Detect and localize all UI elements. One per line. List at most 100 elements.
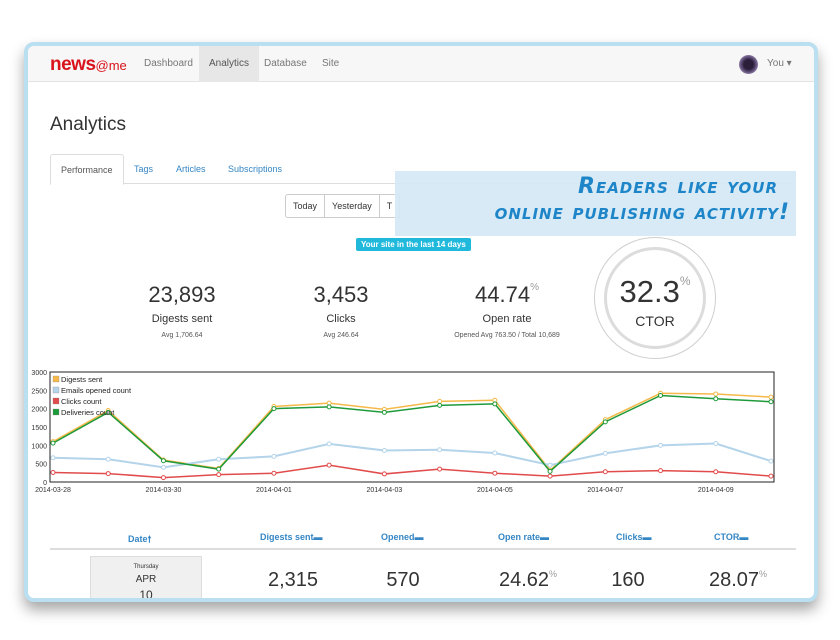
data-point (216, 456, 222, 462)
col-ctor-header[interactable]: CTOR▬ (714, 532, 748, 542)
x-tick-label: 2014-04-07 (587, 487, 623, 494)
range-yesterday-button[interactable]: Yesterday (324, 194, 380, 218)
tab-tags[interactable]: Tags (124, 154, 163, 184)
legend-label: Deliveries count (61, 408, 115, 417)
ctor-gauge: 32.3% CTOR (594, 237, 716, 359)
stat-label: Open rate (482, 313, 532, 325)
top-navbar: news@me Dashboard Analytics Database Sit… (28, 46, 814, 82)
data-point (547, 473, 553, 479)
date-day: 10 (139, 588, 153, 602)
stat-open-rate: 44.74% Open rate Opened Avg 763.50 / Tot… (432, 282, 582, 339)
row-opened: 570 (386, 569, 420, 591)
y-tick-label: 2500 (31, 388, 47, 395)
nav-site[interactable]: Site (312, 46, 349, 82)
ctor-value: 32.3% (619, 274, 691, 309)
data-point (381, 471, 387, 477)
date-month: APR (135, 574, 157, 585)
data-point (437, 466, 443, 472)
col-opened-header[interactable]: Opened▬ (381, 532, 424, 542)
stat-label: Clicks (326, 313, 356, 325)
data-point (326, 462, 332, 468)
brand-logo[interactable]: news@me (50, 54, 127, 76)
tab-subscriptions[interactable]: Subscriptions (218, 154, 292, 184)
data-point (50, 440, 56, 446)
promo-banner: Readers like your online publishing acti… (395, 171, 796, 236)
data-point (713, 469, 719, 475)
data-point (160, 458, 166, 464)
nav-database[interactable]: Database (254, 46, 317, 82)
data-point (437, 402, 443, 408)
stat-sub: Avg 246.64 (323, 332, 359, 339)
stat-sub: Avg 1,706.64 (161, 332, 203, 339)
data-point (105, 471, 111, 477)
stat-value: 44.74% (475, 282, 539, 307)
data-point (437, 447, 443, 453)
date-weekday: Thursday (133, 564, 159, 570)
series-line (52, 442, 772, 469)
app-window: news@me Dashboard Analytics Database Sit… (24, 42, 818, 602)
col-digests-header[interactable]: Digests sent▬ (260, 532, 323, 542)
y-tick-label: 500 (35, 462, 47, 469)
data-point (492, 401, 498, 407)
data-point (271, 470, 277, 476)
x-tick-label: 2014-03-30 (146, 487, 182, 494)
stat-value: 3,453 (313, 282, 369, 307)
y-tick-label: 1500 (31, 425, 47, 432)
row-date-cell: Thursday APR 10 (90, 556, 202, 602)
user-menu-toggle[interactable]: You ▾ (767, 46, 792, 82)
data-point (713, 391, 719, 397)
data-point (326, 441, 332, 447)
legend-swatch (52, 386, 60, 394)
data-point (492, 450, 498, 456)
col-date-header[interactable]: Date🠕 (128, 532, 151, 548)
data-point (105, 456, 111, 462)
x-tick-label: 2014-04-03 (366, 487, 402, 494)
data-point (768, 458, 774, 464)
banner-line-1: Readers like your (578, 174, 778, 199)
y-tick-label: 2000 (31, 407, 47, 414)
data-point (547, 462, 553, 468)
data-point (216, 472, 222, 478)
table-header: Date🠕 Digests sent▬ Opened▬ Open rate▬ C… (50, 526, 796, 550)
data-point (602, 419, 608, 425)
data-point (326, 404, 332, 410)
stat-clicks: 3,453 Clicks Avg 246.64 (271, 282, 411, 339)
data-point (713, 441, 719, 446)
data-point (160, 475, 166, 481)
data-point (160, 464, 166, 470)
data-point (381, 447, 387, 453)
col-open-rate-header[interactable]: Open rate▬ (498, 532, 549, 542)
data-point (271, 406, 277, 412)
y-tick-label: 1000 (31, 443, 47, 450)
x-tick-label: 2014-03-28 (35, 487, 71, 494)
y-tick-label: 0 (43, 480, 47, 487)
x-tick-label: 2014-04-09 (698, 487, 734, 494)
tab-performance[interactable]: Performance (50, 154, 124, 185)
row-open-rate: 24.62% (498, 569, 558, 591)
legend-label: Emails opened count (61, 386, 132, 395)
nav-dashboard[interactable]: Dashboard (134, 46, 203, 82)
data-point (50, 469, 56, 475)
date-range-selector: Today Yesterday T (285, 194, 401, 218)
performance-line-chart: 3000 2500 2000 1500 1000 500 0 2014-03-28 2014-… (31, 370, 775, 494)
tab-articles[interactable]: Articles (166, 154, 216, 184)
period-badge: Your site in the last 14 days (356, 238, 471, 251)
data-point (768, 399, 774, 405)
legend-swatch (52, 397, 60, 405)
stat-label: Digests sent (151, 313, 213, 325)
col-clicks-header[interactable]: Clicks▬ (616, 532, 652, 542)
stat-digests-sent: 23,893 Digests sent Avg 1,706.64 (112, 282, 252, 339)
user-avatar[interactable] (739, 55, 758, 74)
row-digests-sent: 2,315 (267, 569, 319, 591)
data-point (713, 396, 719, 402)
row-ctor: 28.07% (708, 569, 768, 591)
data-point (768, 394, 774, 400)
stat-sub: Opened Avg 763.50 / Total 10,689 (454, 332, 560, 339)
plot-area (49, 371, 775, 483)
nav-analytics[interactable]: Analytics (199, 46, 260, 82)
range-today-button[interactable]: Today (285, 194, 326, 218)
legend-swatch (52, 408, 60, 416)
legend-swatch (52, 375, 60, 383)
series-line (52, 394, 772, 473)
data-point (492, 470, 498, 476)
